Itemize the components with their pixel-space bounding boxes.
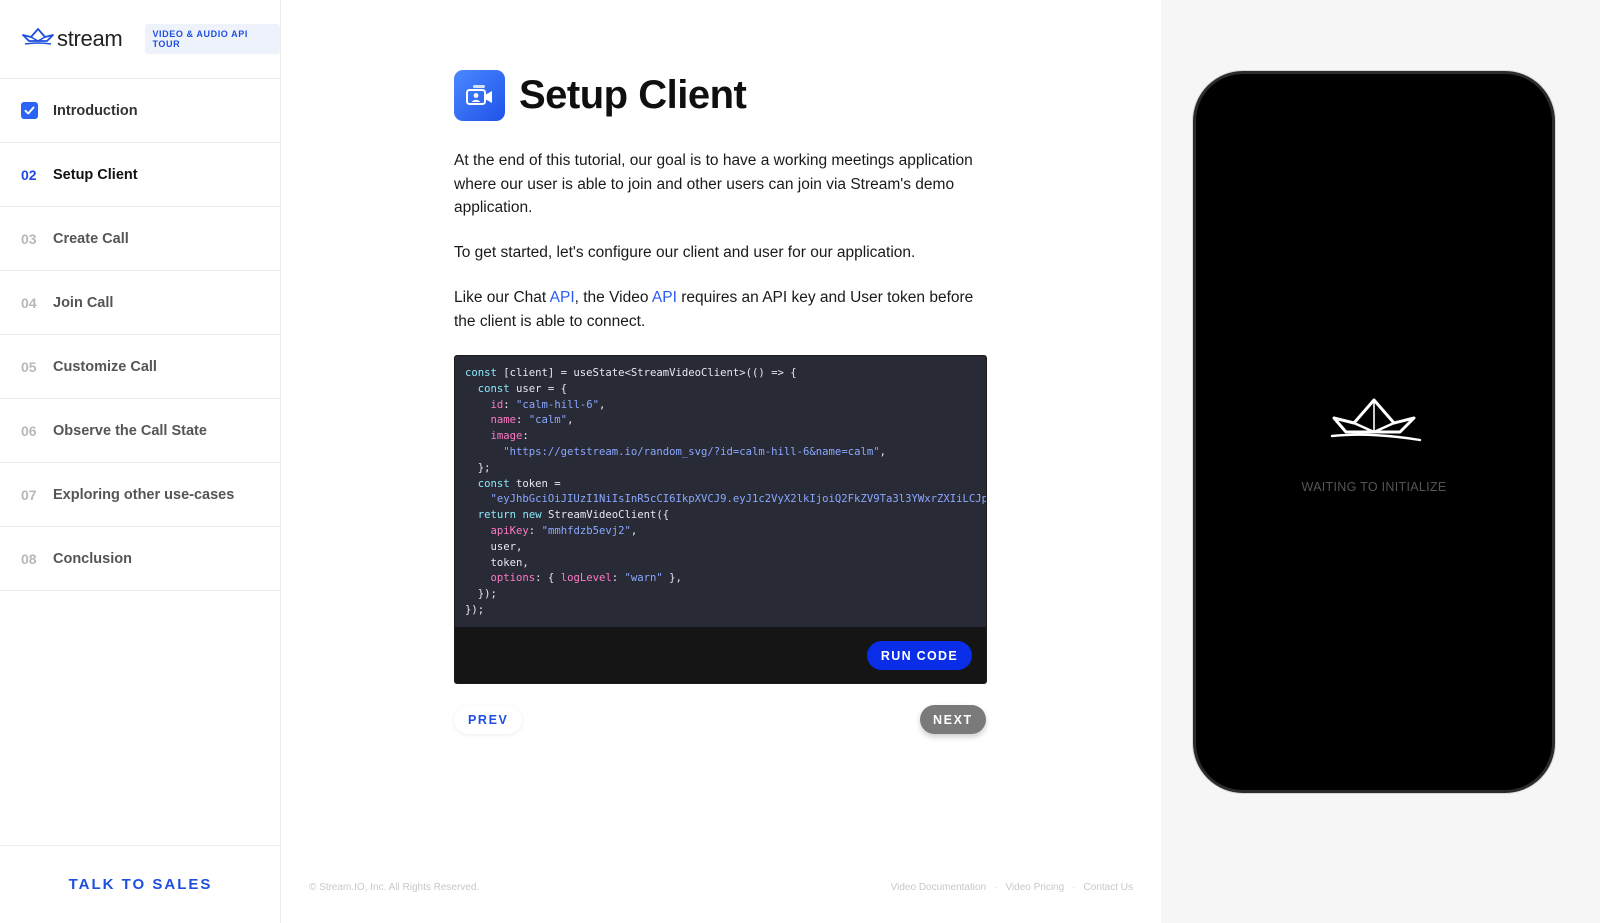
nav-step-label: Exploring other use-cases <box>53 486 235 503</box>
api-paragraph-text: Like our Chat <box>454 289 550 306</box>
sidebar-footer: TALK TO SALES <box>0 845 281 923</box>
code-user-name: "calm" <box>528 414 568 427</box>
run-code-button[interactable]: RUN CODE <box>866 641 972 670</box>
footer-links: Video Documentation · Video Pricing · Co… <box>891 882 1133 893</box>
nav-step-observe-call-state[interactable]: 06 Observe the Call State <box>0 399 280 463</box>
nav-step-label: Conclusion <box>53 550 132 567</box>
nav-step-create-call[interactable]: 03 Create Call <box>0 207 280 271</box>
code-editor[interactable]: const [client] = useState<StreamVideoCli… <box>454 355 987 684</box>
nav-step-number: 05 <box>21 358 37 375</box>
copyright: © Stream.IO, Inc. All Rights Reserved. <box>309 882 480 893</box>
video-pricing-link[interactable]: Video Pricing <box>1005 882 1064 893</box>
video-call-icon <box>454 70 505 121</box>
nav-step-customize-call[interactable]: 05 Customize Call <box>0 335 280 399</box>
code-block: const [client] = useState<StreamVideoCli… <box>455 356 986 629</box>
sidebar: stream VIDEO & AUDIO API TOUR Introducti… <box>0 0 281 923</box>
nav-step-number: 08 <box>21 550 37 567</box>
nav-step-number: 02 <box>21 166 37 183</box>
prev-button[interactable]: PREV <box>454 706 523 734</box>
api-paragraph-text: , the Video <box>574 289 652 306</box>
page-header: Setup Client <box>454 70 747 121</box>
separator-dot: · <box>1072 882 1076 893</box>
code-user-id: "calm-hill-6" <box>516 398 599 411</box>
setup-paragraph: To get started, let's configure our clie… <box>454 244 916 261</box>
stream-logo[interactable]: stream <box>21 26 123 52</box>
code-editor-footer: RUN CODE <box>455 627 986 683</box>
nav-step-number: 04 <box>21 294 37 311</box>
nav-step-setup-client[interactable]: 02 Setup Client <box>0 143 280 207</box>
tutorial-steps-nav: Introduction 02 Setup Client 03 Create C… <box>0 79 280 591</box>
api-paragraph: Like our Chat API, the Video API require… <box>454 286 994 333</box>
intro-paragraph: At the end of this tutorial, our goal is… <box>454 152 973 216</box>
brand-name: stream <box>57 26 123 51</box>
nav-step-label: Introduction <box>53 102 138 119</box>
code-user-image: "https://getstream.io/random_svg/?id=cal… <box>503 445 880 458</box>
tour-badge: VIDEO & AUDIO API TOUR <box>145 24 280 54</box>
talk-to-sales-link[interactable]: TALK TO SALES <box>69 876 213 893</box>
nav-step-number: 07 <box>21 486 37 503</box>
brand-header: stream VIDEO & AUDIO API TOUR <box>0 0 280 79</box>
nav-step-number: 03 <box>21 230 37 247</box>
contact-us-link[interactable]: Contact Us <box>1084 882 1133 893</box>
page-title: Setup Client <box>519 73 747 117</box>
nav-step-number: 06 <box>21 422 37 439</box>
nav-step-introduction[interactable]: Introduction <box>0 79 280 143</box>
nav-step-exploring-use-cases[interactable]: 07 Exploring other use-cases <box>0 463 280 527</box>
code-api-key: "mmhfdzb5evj2" <box>541 524 631 537</box>
code-log-level: "warn" <box>624 572 663 585</box>
chat-api-link[interactable]: API <box>550 289 575 306</box>
nav-step-conclusion[interactable]: 08 Conclusion <box>0 527 280 591</box>
nav-step-label: Create Call <box>53 230 129 247</box>
next-button[interactable]: NEXT <box>920 705 986 734</box>
stream-boat-logo-icon <box>21 27 55 52</box>
video-documentation-link[interactable]: Video Documentation <box>891 882 986 893</box>
nav-step-label: Observe the Call State <box>53 422 207 439</box>
phone-frame: WAITING TO INITIALIZE <box>1193 71 1555 793</box>
waiting-status: WAITING TO INITIALIZE <box>1301 480 1447 494</box>
separator-dot: · <box>994 882 998 893</box>
stream-boat-icon <box>1330 396 1422 451</box>
main-content: Setup Client At the end of this tutorial… <box>281 0 1161 923</box>
device-preview-panel: WAITING TO INITIALIZE <box>1161 0 1600 923</box>
nav-step-label: Setup Client <box>53 166 138 183</box>
code-token: "eyJhbGciOiJIUzI1NiIsInR5cCI6IkpXVCJ9.ey… <box>490 493 986 506</box>
nav-step-label: Join Call <box>53 294 114 311</box>
video-api-link[interactable]: API <box>652 289 677 306</box>
checkbox-checked-icon <box>21 102 38 119</box>
nav-step-join-call[interactable]: 04 Join Call <box>0 271 280 335</box>
nav-step-label: Customize Call <box>53 358 157 375</box>
